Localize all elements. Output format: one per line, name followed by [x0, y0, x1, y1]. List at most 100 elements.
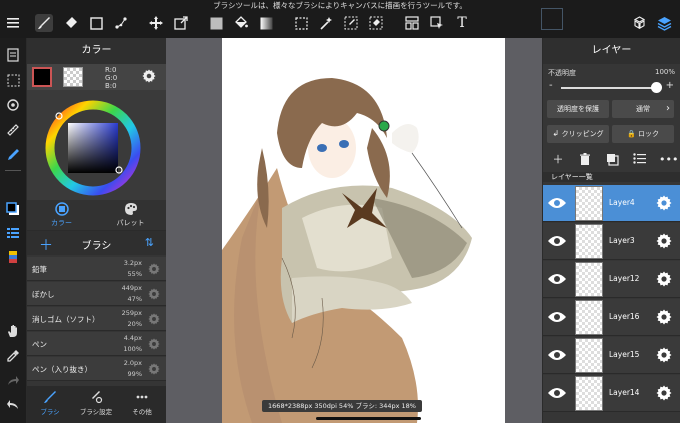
brush-name: 鉛筆: [32, 265, 47, 274]
color-tabs: カラー パレット: [27, 200, 166, 230]
layer-row[interactable]: Layer4: [543, 185, 680, 222]
color-wheel[interactable]: [41, 98, 151, 202]
brush-settings-gear-icon[interactable]: [148, 263, 160, 275]
brush-settings-gear-icon[interactable]: [148, 288, 160, 300]
layer-row[interactable]: Layer3: [543, 223, 680, 260]
select-move-icon[interactable]: [428, 14, 446, 32]
materials-icon[interactable]: [630, 14, 648, 32]
fill-color-icon[interactable]: [207, 14, 225, 32]
rgb-b: B:0: [105, 82, 117, 90]
opacity-slider-knob[interactable]: [651, 82, 662, 93]
layer-name: Layer15: [609, 350, 640, 359]
visibility-eye-icon[interactable]: [547, 310, 567, 324]
layer-row[interactable]: Layer14: [543, 375, 680, 412]
palette-stack-icon[interactable]: [4, 248, 22, 266]
transform-tool-icon[interactable]: [112, 14, 130, 32]
layer-panel: レイヤー 不透明度 100% - + 透明度を保護 通常 › ↲ クリッピング …: [543, 38, 680, 423]
foreground-color-swatch[interactable]: [32, 67, 52, 87]
layer-name: Layer3: [609, 236, 635, 245]
opacity-slider[interactable]: [561, 87, 661, 89]
canvas-preview-icon[interactable]: [541, 8, 563, 30]
opacity-minus-icon[interactable]: -: [549, 80, 553, 91]
brush-row[interactable]: ペン（入り抜き） 2.0px 99%: [27, 357, 166, 381]
lock-button[interactable]: 🔒 ロック: [612, 125, 674, 143]
brush-settings-gear-icon[interactable]: [148, 313, 160, 325]
visibility-eye-icon[interactable]: [547, 234, 567, 248]
select-eraser-icon[interactable]: [367, 14, 385, 32]
hand-tool-icon[interactable]: [4, 322, 22, 340]
protect-alpha-button[interactable]: 透明度を保護: [547, 100, 609, 118]
clipping-button[interactable]: ↲ クリッピング: [547, 125, 609, 143]
bucket-tool-icon[interactable]: [232, 14, 250, 32]
layer-list-header: レイヤー一覧: [543, 172, 680, 182]
artwork-illustration: [222, 78, 472, 423]
pen-stabilizer-icon[interactable]: [4, 146, 22, 164]
select-all-icon[interactable]: [4, 71, 22, 89]
menu-icon[interactable]: [4, 14, 22, 32]
brush-row[interactable]: ペン 4.4px 100%: [27, 332, 166, 356]
layout-icon[interactable]: [403, 14, 421, 32]
layer-list-menu-icon[interactable]: [632, 153, 646, 167]
resize-tool-icon[interactable]: [172, 14, 190, 32]
eraser-tool-icon[interactable]: [62, 14, 80, 32]
brush-settings-gear-icon[interactable]: [148, 338, 160, 350]
visibility-eye-icon[interactable]: [547, 348, 567, 362]
opacity-plus-icon[interactable]: +: [666, 80, 674, 91]
more-options-icon[interactable]: •••: [659, 153, 678, 167]
document-icon[interactable]: [4, 46, 22, 64]
color-tab-icon: [54, 202, 69, 216]
rotate-icon[interactable]: [4, 96, 22, 114]
tab-other[interactable]: その他: [119, 390, 165, 416]
brush-size: 259px: [121, 309, 142, 317]
rectangle-tool-icon[interactable]: [87, 14, 105, 32]
color-settings-gear-icon[interactable]: [142, 69, 156, 83]
undo-icon[interactable]: [4, 396, 22, 414]
layer-settings-gear-icon[interactable]: [656, 233, 672, 249]
visibility-eye-icon[interactable]: [547, 386, 567, 400]
layer-panel-title: レイヤー: [543, 38, 680, 64]
layer-row[interactable]: Layer12: [543, 261, 680, 298]
brush-row[interactable]: 消しゴム（ソフト） 259px 20%: [27, 307, 166, 331]
sort-brush-icon[interactable]: ⇅: [145, 236, 154, 249]
color-swatch-icon[interactable]: [4, 200, 22, 218]
select-tool-icon[interactable]: [292, 14, 310, 32]
magic-wand-icon[interactable]: [317, 14, 335, 32]
move-tool-icon[interactable]: [147, 14, 165, 32]
layer-row[interactable]: Layer16: [543, 299, 680, 336]
eyedropper-icon[interactable]: [4, 347, 22, 365]
add-layer-icon[interactable]: ＋: [551, 153, 565, 167]
brush-settings-gear-icon[interactable]: [148, 363, 160, 375]
text-tool-icon[interactable]: T: [453, 14, 471, 32]
layer-settings-gear-icon[interactable]: [656, 309, 672, 325]
brush-row[interactable]: ぼかし 449px 47%: [27, 282, 166, 306]
tab-color[interactable]: カラー: [27, 202, 96, 228]
layer-row[interactable]: Layer15: [543, 337, 680, 374]
canvas-area[interactable]: 1668*2388px 350dpi 54% ブラシ: 344px 18%: [166, 38, 542, 423]
tab-palette[interactable]: パレット: [96, 202, 165, 228]
brush-row[interactable]: 鉛筆 3.2px 55%: [27, 257, 166, 281]
layers-icon[interactable]: [655, 14, 673, 32]
select-pen-icon[interactable]: [342, 14, 360, 32]
delete-layer-icon[interactable]: [578, 153, 592, 167]
ruler-icon[interactable]: [4, 121, 22, 139]
layer-list-icon[interactable]: [4, 224, 22, 242]
visibility-eye-icon[interactable]: [547, 196, 567, 210]
layer-settings-gear-icon[interactable]: [656, 347, 672, 363]
layer-settings-gear-icon[interactable]: [656, 385, 672, 401]
duplicate-layer-icon[interactable]: [605, 153, 619, 167]
blend-mode-button[interactable]: 通常 ›: [612, 100, 674, 118]
redo-icon[interactable]: [4, 372, 22, 390]
layer-settings-gear-icon[interactable]: [656, 271, 672, 287]
gradient-tool-icon[interactable]: [257, 14, 275, 32]
background-color-swatch[interactable]: [63, 67, 83, 87]
brush-opacity: 47%: [127, 295, 142, 303]
brush-tool-icon[interactable]: [35, 14, 53, 32]
layer-settings-gear-icon[interactable]: [656, 195, 672, 211]
chevron-right-icon: ›: [666, 103, 670, 114]
tab-brush-settings-label: ブラシ設定: [79, 408, 113, 416]
brush-opacity: 100%: [123, 345, 142, 353]
visibility-eye-icon[interactable]: [547, 272, 567, 286]
drawing-canvas[interactable]: [222, 38, 505, 423]
tab-brush-settings[interactable]: ブラシ設定: [73, 390, 119, 416]
tab-brush[interactable]: ブラシ: [27, 390, 73, 416]
